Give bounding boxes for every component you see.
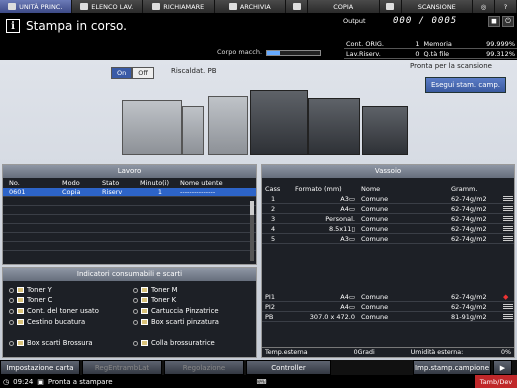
bottom-bar: Impostazione carta RegEntrambLat Regolaz… — [0, 360, 517, 375]
printer-status-icon: ▣ — [37, 377, 44, 386]
staple-waste-icon — [141, 319, 148, 325]
status-message: i Stampa in corso. — [6, 19, 127, 33]
tray-row[interactable]: 2 A4▭ Comune 62-74g/m2 — [262, 204, 514, 214]
header: i Stampa in corso. Corpo macch. Output 00… — [0, 13, 517, 60]
tab-richiamare[interactable]: RICHIAMARE — [143, 0, 215, 13]
scan-icon — [386, 3, 394, 10]
controller-button[interactable]: Controller — [246, 360, 331, 375]
table-row[interactable]: 0601 Copia Riserv 1 --------------- — [3, 188, 256, 197]
tray-row[interactable]: PI1 A4▭ Comune 62-74g/m2 ◆ — [262, 292, 514, 302]
tray-row[interactable]: 3 Personal. Comune 62-74g/m2 — [262, 214, 514, 224]
tray-row[interactable]: 5 A3▭ Comune 62-74g/m2 — [262, 234, 514, 244]
copy-icon — [292, 3, 301, 10]
help-icon: ? — [503, 2, 508, 11]
globe-icon: ◎ — [480, 2, 487, 11]
output-value: 000 / 0005 — [393, 16, 458, 26]
toner-icon — [17, 297, 24, 303]
next-button[interactable]: ▶ — [493, 360, 512, 375]
tab-copy-icon[interactable] — [286, 0, 308, 13]
toner-icon — [141, 297, 148, 303]
keyboard-icon[interactable]: ⌨ — [257, 378, 267, 386]
toner-icon — [141, 287, 148, 293]
table-row[interactable] — [3, 215, 256, 224]
tamb-dev-badge[interactable]: Tamb/Dev — [475, 375, 517, 388]
corpo-label: Corpo macch. — [217, 48, 263, 56]
consumabili-panel: Indicatori consumabili e scarti Toner Y … — [2, 267, 257, 358]
info-icon: i — [6, 19, 20, 33]
regolazione-button[interactable]: Regolazione — [164, 360, 244, 375]
table-row[interactable] — [3, 233, 256, 242]
list-icon — [80, 3, 89, 10]
tab-unita-princ[interactable]: UNITÀ PRINC. — [0, 0, 72, 13]
binding-waste-icon — [17, 340, 24, 346]
tab-bar: UNITÀ PRINC. ELENCO LAV. RICHIAMARE ARCH… — [0, 0, 517, 13]
tab-elenco-lav[interactable]: ELENCO LAV. — [71, 0, 143, 13]
stop-icon[interactable]: ◼ — [488, 15, 500, 27]
impostazione-carta-button[interactable]: Impostazione carta — [0, 360, 80, 375]
clock-icon: ◷ — [3, 377, 10, 386]
punch-icon — [17, 319, 24, 325]
output-counter: Output 000 / 0005 ◼ ⏻ — [343, 14, 517, 28]
vassoio-panel: Vassoio Cass Formato (mm) Nome Gramm. 1 A3▭ C… — [261, 164, 515, 358]
power-icon[interactable]: ⏻ — [502, 15, 514, 27]
tab-scan-icon[interactable] — [379, 0, 402, 13]
waste-toner-icon — [17, 308, 24, 314]
status-bar: ◷ 09:24 ▣ Pronta a stampare ⌨ Tamb/Dev — [0, 375, 517, 388]
riscald-toggle[interactable]: On Off — [111, 67, 154, 79]
esegui-stam-camp-button[interactable]: Esegui stam. camp. — [425, 77, 507, 93]
tray-row[interactable]: 1 A3▭ Comune 62-74g/m2 — [262, 194, 514, 204]
main-area: On Off Riscaldat. PB Pronta per la scansi… — [0, 60, 517, 360]
tab-scansione[interactable]: SCANSIONE — [401, 0, 473, 13]
table-row[interactable] — [3, 197, 256, 206]
regentrambat-button[interactable]: RegEntrambLat — [82, 360, 162, 375]
table-row[interactable] — [3, 206, 256, 215]
corpo-progress-fill — [267, 51, 281, 55]
tray-row[interactable]: PB 307.0 x 472.0 Comune 81-91g/m2 — [262, 312, 514, 322]
lavoro-panel: Lavoro No. Modo Stato Minuto(i) Nome utente … — [2, 164, 257, 265]
imp-stamp-campione-button[interactable]: Imp.stamp.campione — [413, 360, 491, 375]
recall-icon — [152, 3, 161, 10]
toner-icon — [17, 287, 24, 293]
table-row[interactable] — [3, 242, 256, 251]
corpo-progress-bar — [266, 50, 321, 56]
stats-table: Cont. ORIG. 1 Memoria 99.999% Lav.Riserv. 0 Q… — [344, 39, 517, 59]
tab-copia[interactable]: COPIA — [308, 0, 380, 13]
scrollbar[interactable] — [250, 201, 254, 261]
tab-globe[interactable]: ◎ — [473, 0, 495, 13]
archive-icon — [228, 3, 237, 10]
table-row[interactable] — [3, 224, 256, 233]
tab-archivia[interactable]: ARCHIVIA — [214, 0, 286, 13]
glue-icon — [141, 340, 148, 346]
tray-row[interactable]: PI2 A4▭ Comune 62-74g/m2 — [262, 302, 514, 312]
staple-icon — [141, 308, 148, 314]
temp-bar: Temp.esterna 0Gradi Umidità esterna: 0% — [262, 347, 514, 357]
printer-icon — [8, 3, 17, 10]
alert-icon: ◆ — [503, 292, 509, 301]
tab-help[interactable]: ? — [495, 0, 517, 13]
machine-illustration — [122, 82, 412, 158]
tray-row[interactable]: 4 8.5x11▯ Comune 62-74g/m2 — [262, 224, 514, 234]
